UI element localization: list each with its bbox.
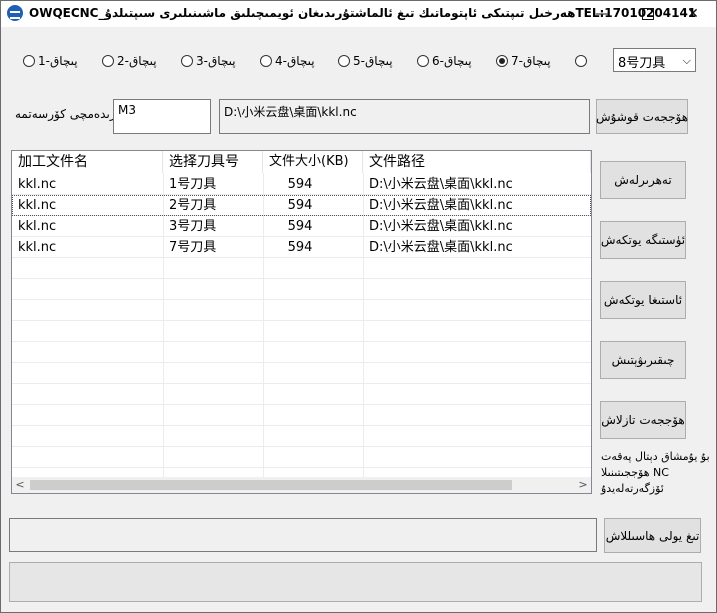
table-row[interactable]: kkl.nc 2号刀具 594 D:\小米云盘\桌面\kkl.nc <box>12 195 591 216</box>
title-bar: OWQECNC_ھەرخىل تىپتىكى ئاپتوماتىك تىغ ئا… <box>1 1 716 27</box>
delete-button[interactable]: چىقىرىۋېتىش <box>600 341 686 379</box>
radio-label: پىچاق-4 <box>275 54 315 68</box>
grid-line <box>12 362 591 363</box>
add-file-button[interactable]: ھۆججەت قوشۇش <box>596 99 688 134</box>
cell-path: D:\小米云盘\桌面\kkl.nc <box>369 219 513 234</box>
file-path-field[interactable]: D:\小米云盘\桌面\kkl.nc <box>219 99 590 134</box>
cell-path: D:\小米云盘\桌面\kkl.nc <box>369 177 513 192</box>
radio-tool-4[interactable]: پىچاق-4 <box>260 53 315 69</box>
cell-filename: kkl.nc <box>18 198 57 213</box>
radio-label: پىچاق-7 <box>511 54 551 68</box>
scroll-right-icon[interactable]: > <box>575 477 591 493</box>
main-window: OWQECNC_ھەرخىل تىپتىكى ئاپتوماتىك تىغ ئا… <box>0 0 717 613</box>
grid-line <box>12 299 591 300</box>
radio-label: پىچاق-3 <box>196 54 236 68</box>
grid-line <box>12 383 591 384</box>
grid-line <box>12 320 591 321</box>
output-path-field[interactable] <box>9 518 597 552</box>
close-button[interactable]: ✕ <box>670 1 716 27</box>
tool-select-value: 8号刀具 <box>618 56 666 71</box>
side-note: بۇ يۇمشاق دېتال پەقەت NC ھۆججىتىنىلا ئۆز… <box>601 450 710 495</box>
file-table[interactable]: 加工文件名 选择刀具号 文件大小(KB) 文件路径 kkl.nc 1号刀具 59… <box>11 150 592 494</box>
radio-circle-icon <box>338 55 350 67</box>
param-label: يارىدەمچى كۆرسەتمە <box>15 107 123 121</box>
table-row[interactable]: kkl.nc 3号刀具 594 D:\小米云盘\桌面\kkl.nc <box>12 216 591 237</box>
radio-tool-1[interactable]: پىچاق-1 <box>23 53 78 69</box>
radio-label: پىچاق-2 <box>117 54 157 68</box>
radio-circle-icon <box>575 55 587 67</box>
radio-circle-icon <box>260 55 272 67</box>
cell-tool: 3号刀具 <box>169 219 217 234</box>
grid-line <box>12 446 591 447</box>
grid-line <box>12 341 591 342</box>
scroll-left-icon[interactable]: < <box>12 477 28 493</box>
tool-select[interactable]: 8号刀具 ⌵ <box>613 48 696 72</box>
cell-tool: 1号刀具 <box>169 177 217 192</box>
radio-tool-2[interactable]: پىچاق-2 <box>102 53 157 69</box>
app-logo-icon <box>7 5 23 21</box>
horizontal-scrollbar[interactable]: < > <box>12 477 591 493</box>
radio-circle-icon <box>23 55 35 67</box>
status-panel <box>9 562 702 602</box>
radio-tool-3[interactable]: پىچاق-3 <box>181 53 236 69</box>
maximize-icon <box>642 8 654 20</box>
radio-tool-8[interactable] <box>575 53 590 69</box>
table-row[interactable]: kkl.nc 1号刀具 594 D:\小米云盘\桌面\kkl.nc <box>12 174 591 195</box>
grid-line <box>12 278 591 279</box>
radio-circle-icon <box>102 55 114 67</box>
cell-size: 594 <box>287 198 313 213</box>
param-input[interactable]: M3 <box>113 99 211 134</box>
grid-line <box>12 425 591 426</box>
cell-filename: kkl.nc <box>18 219 57 234</box>
column-header-filename[interactable]: 加工文件名 <box>12 151 163 173</box>
maximize-button[interactable] <box>625 1 671 27</box>
radio-tool-7[interactable]: پىچاق-7 <box>496 53 551 69</box>
cell-path: D:\小米云盘\桌面\kkl.nc <box>369 240 513 255</box>
radio-label: پىچاق-6 <box>432 54 472 68</box>
cell-tool: 7号刀具 <box>169 240 217 255</box>
column-header-path[interactable]: 文件路径 <box>363 151 591 173</box>
cell-size: 594 <box>287 219 313 234</box>
radio-label: پىچاق-5 <box>353 54 393 68</box>
minimize-button[interactable]: — <box>579 1 625 27</box>
grid-line <box>12 467 591 468</box>
scrollbar-thumb[interactable] <box>30 480 512 490</box>
generate-toolpath-button[interactable]: تىغ يولى ھاسىللاش <box>604 518 701 553</box>
cell-filename: kkl.nc <box>18 240 57 255</box>
cell-tool: 2号刀具 <box>169 198 217 213</box>
chevron-down-icon: ⌵ <box>682 54 691 67</box>
cell-path: D:\小米云盘\桌面\kkl.nc <box>369 198 513 213</box>
radio-tool-6[interactable]: پىچاق-6 <box>417 53 472 69</box>
column-header-size[interactable]: 文件大小(KB) <box>263 151 363 173</box>
column-header-tool[interactable]: 选择刀具号 <box>163 151 263 173</box>
table-row[interactable]: kkl.nc 7号刀具 594 D:\小米云盘\桌面\kkl.nc <box>12 237 591 258</box>
radio-tool-5[interactable]: پىچاق-5 <box>338 53 393 69</box>
cell-size: 594 <box>287 177 313 192</box>
clear-files-button[interactable]: ھۆججەت تازلاش <box>600 401 686 439</box>
move-up-button[interactable]: ئۈستىگە يوتكەش <box>600 221 686 259</box>
edit-button[interactable]: تەھرىرلەش <box>600 161 686 199</box>
grid-line <box>12 404 591 405</box>
radio-selected-icon <box>496 55 508 67</box>
radio-label: پىچاق-1 <box>38 54 78 68</box>
radio-circle-icon <box>417 55 429 67</box>
cell-filename: kkl.nc <box>18 177 57 192</box>
radio-circle-icon <box>181 55 193 67</box>
move-down-button[interactable]: ئاستىغا يوتكەش <box>600 281 686 319</box>
cell-size: 594 <box>287 240 313 255</box>
